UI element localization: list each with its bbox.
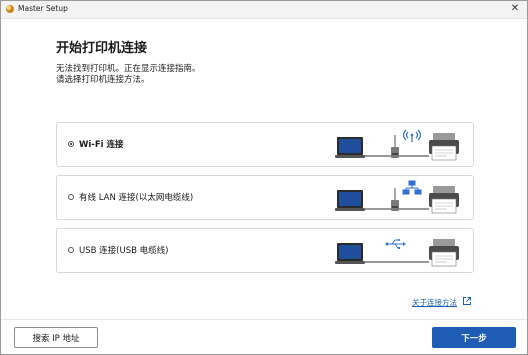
radio-usb[interactable] bbox=[68, 247, 74, 253]
page-title: 开始打印机连接 bbox=[56, 41, 148, 56]
wifi-connection-illustration bbox=[335, 129, 459, 161]
option-usb[interactable]: USB 连接(USB 电缆线) bbox=[56, 228, 474, 273]
option-usb-label: USB 连接(USB 电缆线) bbox=[79, 246, 169, 256]
router-icon bbox=[391, 188, 399, 211]
radio-wifi[interactable] bbox=[68, 141, 74, 147]
laptop-icon bbox=[335, 243, 365, 264]
option-wired-lan[interactable]: 有线 LAN 连接(以太网电缆线) bbox=[56, 175, 474, 220]
laptop-icon bbox=[335, 190, 365, 211]
next-button[interactable]: 下一步 bbox=[432, 327, 516, 348]
network-icon bbox=[402, 180, 422, 195]
connection-methods-link[interactable]: 关于连接方法 bbox=[412, 297, 457, 308]
radio-wired-lan[interactable] bbox=[68, 194, 74, 200]
page-description: 无法找到打印机。正在显示连接指南。 请选择打印机连接方法。 bbox=[56, 64, 201, 86]
description-line-2: 请选择打印机连接方法。 bbox=[56, 75, 150, 85]
description-line-1: 无法找到打印机。正在显示连接指南。 bbox=[56, 64, 201, 74]
printer-icon bbox=[429, 186, 459, 214]
printer-icon bbox=[429, 239, 459, 267]
option-wired-lan-label: 有线 LAN 连接(以太网电缆线) bbox=[79, 193, 194, 203]
window-title: Master Setup bbox=[18, 4, 68, 13]
usb-connection-illustration bbox=[335, 239, 459, 267]
title-bar: Master Setup ✕ bbox=[1, 1, 527, 19]
setup-window: Master Setup ✕ 开始打印机连接 无法找到打印机。正在显示连接指南。… bbox=[0, 0, 528, 355]
option-wifi[interactable]: Wi-Fi 连接 bbox=[56, 122, 474, 167]
router-icon bbox=[391, 135, 399, 158]
option-wifi-label: Wi-Fi 连接 bbox=[79, 140, 124, 150]
wifi-icon bbox=[402, 129, 422, 142]
external-link-icon[interactable] bbox=[462, 296, 472, 306]
footer-divider bbox=[1, 319, 527, 320]
printer-icon bbox=[429, 133, 459, 161]
lan-connection-illustration bbox=[335, 180, 459, 214]
usb-icon bbox=[385, 239, 406, 249]
laptop-icon bbox=[335, 137, 365, 158]
close-button[interactable]: ✕ bbox=[507, 2, 523, 16]
app-icon bbox=[6, 5, 14, 13]
search-ip-button[interactable]: 搜索 IP 地址 bbox=[14, 327, 98, 348]
